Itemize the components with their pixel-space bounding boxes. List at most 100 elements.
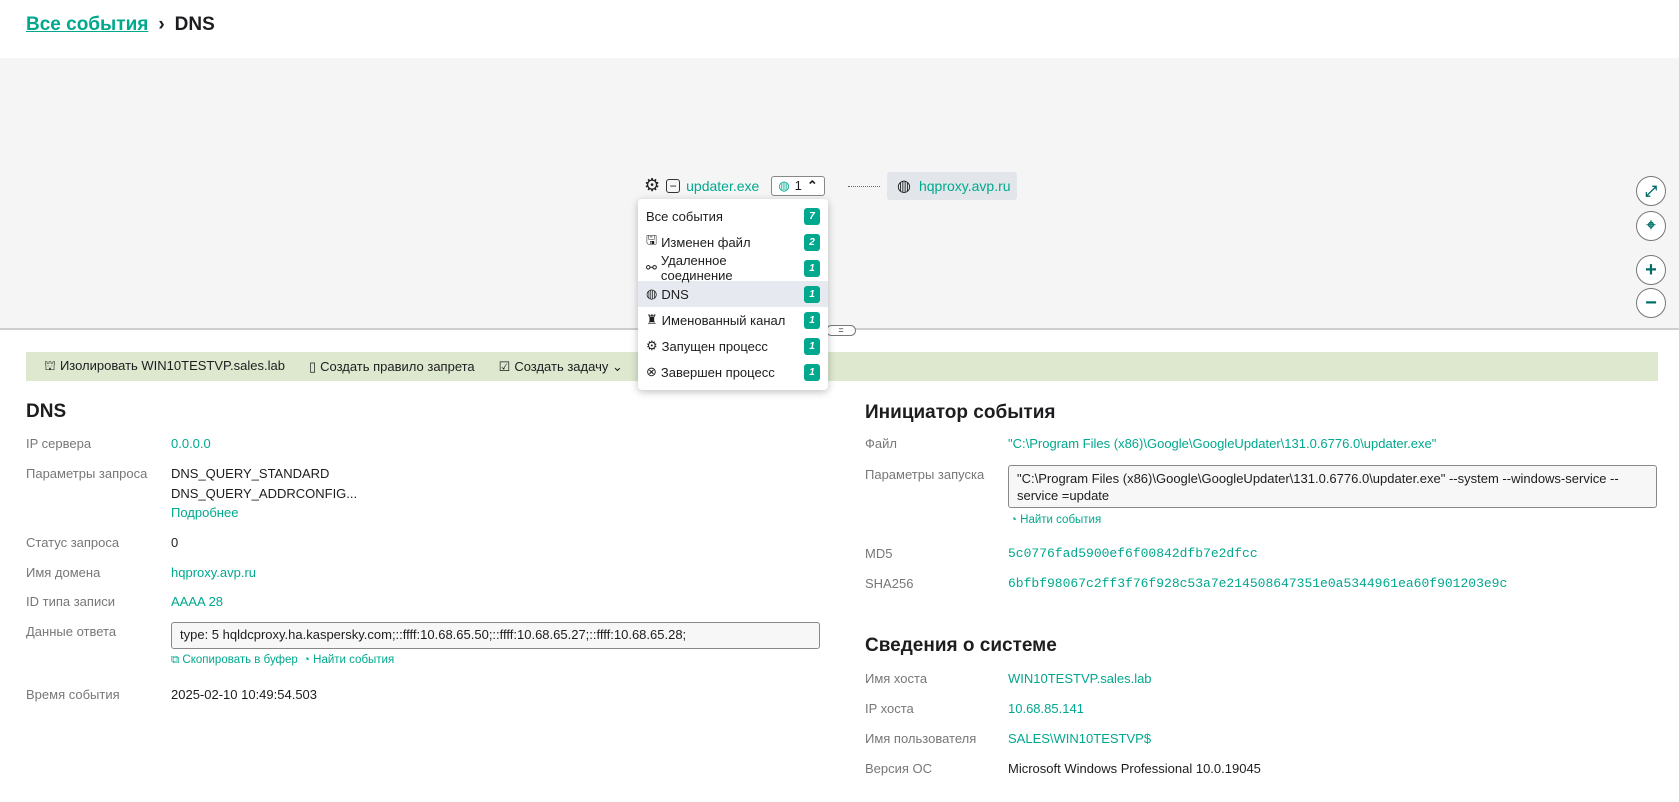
username-label: Имя пользователя	[865, 731, 977, 746]
initiator-section-title: Инициатор события	[865, 402, 1056, 423]
dns-node[interactable]: ◍ hqproxy.avp.ru	[887, 172, 1017, 200]
isolate-button[interactable]: ⛫ Изолировать WIN10TESTVP.sales.lab	[44, 358, 285, 376]
sha256-label: SHA256	[865, 576, 914, 591]
record-type-value[interactable]: AAAA 28	[171, 594, 223, 609]
hostname-label: Имя хоста	[865, 671, 928, 686]
process-node: ⚙ − updater.exe ◍ 1 ⌃	[644, 175, 825, 196]
zoom-out-button[interactable]: −	[1636, 288, 1666, 318]
copy-icon: ⧉	[171, 654, 180, 666]
gear-icon: ⚙	[644, 175, 661, 195]
ip-server-label: IP сервера	[26, 436, 92, 451]
zoom-in-icon: +	[1645, 258, 1657, 281]
md5-label: MD5	[865, 546, 893, 561]
breadcrumb-separator: ›	[158, 14, 165, 35]
count-badge: 1	[804, 337, 820, 355]
rule-icon: ▯	[308, 358, 317, 374]
find-icon: ◔	[1010, 514, 1017, 526]
system-section-title: Сведения о системе	[865, 635, 1057, 656]
breadcrumb: Все события › DNS	[26, 14, 215, 36]
count-badge: 1	[804, 311, 820, 329]
menu-item-label: Все события	[646, 208, 723, 224]
query-param-2: DNS_QUERY_ADDRCONFIG...	[171, 486, 358, 501]
os-version-value: Microsoft Windows Professional 10.0.1904…	[1008, 761, 1261, 776]
record-type-label: ID типа записи	[26, 594, 115, 609]
file-changed-icon: 🖫	[646, 232, 658, 247]
menu-item-label: Изменен файл	[661, 234, 751, 250]
event-time-value: 2025-02-10 10:49:54.503	[171, 687, 318, 702]
domain-value[interactable]: hqproxy.avp.ru	[171, 565, 256, 580]
host-ip-label: IP хоста	[865, 701, 914, 716]
username-value[interactable]: SALES\WIN10TESTVP$	[1008, 731, 1151, 746]
checkbox-icon: ☑	[498, 358, 511, 374]
dns-node-label[interactable]: hqproxy.avp.ru	[919, 178, 1011, 194]
panel-resize-handle[interactable]: =	[826, 325, 856, 336]
menu-item-label: Удаленное соединение	[660, 253, 733, 283]
count-badge: 1	[804, 285, 820, 303]
close-circle-icon: ⊗	[646, 364, 657, 379]
menu-item[interactable]: ⚯ Удаленное соединение 1	[638, 253, 828, 283]
isolate-icon: ⛫	[44, 357, 56, 373]
menu-item[interactable]: Все события 7	[638, 203, 828, 229]
domain-label: Имя домена	[26, 565, 101, 580]
file-value[interactable]: "C:\Program Files (x86)\Google\GoogleUpd…	[1008, 436, 1436, 451]
count-badge: 7	[804, 207, 820, 225]
menu-item-label: Запущен процесс	[661, 338, 768, 354]
dns-icon: ◍	[778, 177, 790, 193]
events-dropdown-button[interactable]: ◍ 1 ⌃	[771, 175, 825, 196]
event-time-label: Время события	[26, 687, 120, 702]
remote-connection-icon: ⚯	[646, 260, 657, 275]
file-label: Файл	[865, 436, 897, 451]
menu-item[interactable]: ♜ Именованный канал 1	[638, 307, 828, 333]
menu-item[interactable]: 🖫 Изменен файл 2	[638, 229, 828, 255]
os-version-label: Версия ОС	[865, 761, 933, 776]
query-status-value: 0	[171, 535, 179, 550]
page-title: DNS	[174, 14, 215, 35]
gear-icon: ⚙	[646, 338, 658, 353]
launch-params-field[interactable]: "C:\Program Files (x86)\Google\GoogleUpd…	[1008, 465, 1657, 508]
zoom-in-button[interactable]: +	[1636, 255, 1666, 285]
center-button[interactable]: ⌖	[1636, 211, 1666, 241]
create-block-rule-button[interactable]: ▯ Создать правило запрета	[309, 359, 475, 375]
chevron-down-icon: ⌄	[611, 358, 623, 374]
event-graph-canvas[interactable]	[0, 58, 1679, 330]
sha256-value[interactable]: 6bfbf98067c2ff3f76f928c53a7e214508647351…	[1008, 576, 1507, 591]
dns-icon: ◍	[897, 178, 911, 195]
host-ip-value[interactable]: 10.68.85.141	[1008, 701, 1084, 716]
create-task-button[interactable]: ☑ Создать задачу ⌄	[499, 359, 623, 375]
chevron-up-icon: ⌃	[806, 177, 818, 193]
collapse-icon[interactable]: −	[666, 178, 681, 193]
query-param-1: DNS_QUERY_STANDARD	[171, 466, 330, 481]
events-menu: Все события 7 🖫 Изменен файл 2 ⚯ Удаленное сое…	[638, 199, 828, 390]
launch-params-label: Параметры запуска	[865, 467, 985, 482]
action-bar: ⛫ Изолировать WIN10TESTVP.sales.lab ▯ Созд…	[26, 352, 1658, 381]
md5-value[interactable]: 5c0776fad5900ef6f00842dfb7e2dfcc	[1008, 546, 1258, 561]
query-params-label: Параметры запроса	[26, 466, 148, 481]
breadcrumb-all-events-link[interactable]: Все события	[26, 14, 148, 36]
count-badge: 1	[804, 363, 820, 381]
menu-item-label: DNS	[661, 286, 689, 302]
events-count: 1	[794, 178, 802, 193]
more-link[interactable]: Подробнее	[171, 505, 238, 520]
connector-line	[848, 186, 880, 187]
count-badge: 1	[804, 259, 820, 277]
dns-section-title: DNS	[26, 401, 67, 422]
menu-item-label: Завершен процесс	[660, 364, 775, 380]
find-events-link[interactable]: ◔ Найти события	[1010, 514, 1101, 526]
center-icon: ⌖	[1646, 217, 1656, 234]
dns-icon: ◍	[646, 286, 658, 301]
zoom-out-icon: −	[1645, 291, 1657, 314]
menu-item[interactable]: ◍ DNS 1	[638, 281, 828, 307]
query-status-label: Статус запроса	[26, 535, 120, 550]
named-pipe-icon: ♜	[646, 312, 658, 327]
copy-to-clipboard-link[interactable]: ⧉ Скопировать в буфер	[171, 654, 298, 667]
find-icon: ◔	[303, 654, 310, 666]
find-events-link[interactable]: ◔ Найти события	[303, 654, 394, 666]
process-name-link[interactable]: updater.exe	[686, 178, 759, 194]
menu-item[interactable]: ⚙ Запущен процесс 1	[638, 333, 828, 359]
fit-screen-button[interactable]: ⤢	[1636, 176, 1666, 206]
hostname-value[interactable]: WIN10TESTVP.sales.lab	[1008, 671, 1152, 686]
count-badge: 2	[804, 233, 820, 251]
menu-item[interactable]: ⊗ Завершен процесс 1	[638, 359, 828, 385]
answer-data-field[interactable]: type: 5 hqldcproxy.ha.kaspersky.com;::ff…	[171, 622, 820, 649]
ip-server-value[interactable]: 0.0.0.0	[171, 436, 211, 451]
